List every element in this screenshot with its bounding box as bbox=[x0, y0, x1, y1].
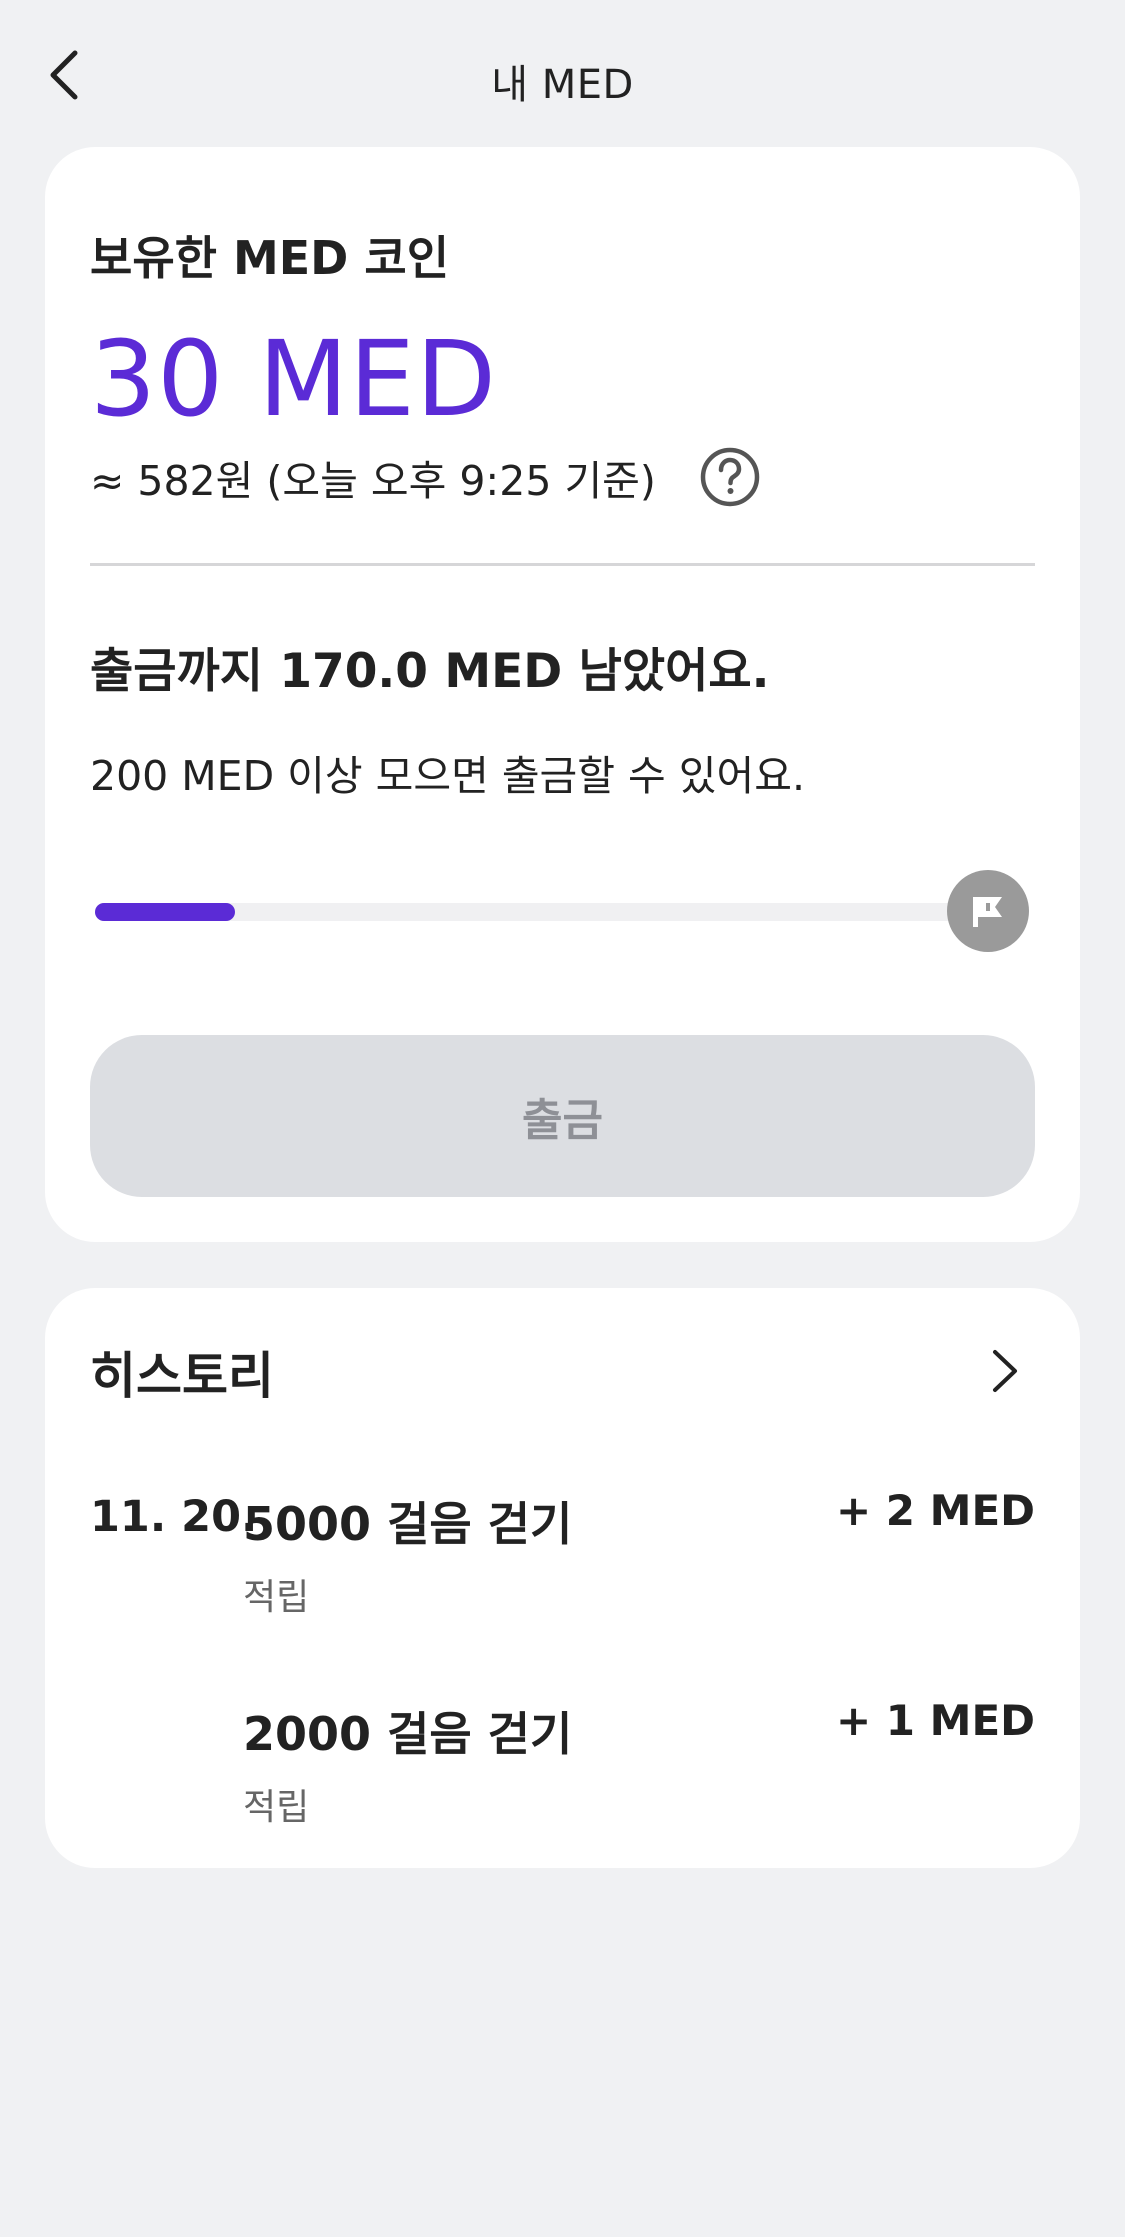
history-title: 히스토리 bbox=[90, 1347, 274, 1405]
history-header[interactable]: 히스토리 bbox=[45, 1288, 1080, 1448]
flag-icon bbox=[973, 897, 1002, 927]
withdraw-condition: 200 MED 이상 모으면 출금할 수 있어요. bbox=[90, 752, 805, 800]
question-circle-icon[interactable] bbox=[700, 447, 760, 507]
history-entry-type: 적립 bbox=[243, 1577, 310, 1618]
history-entry-date: 11. 20. bbox=[90, 1492, 258, 1542]
history-entry-amount: + 1 MED bbox=[835, 1696, 1035, 1745]
balance-amount: 30 MED bbox=[90, 318, 497, 440]
krw-estimate: ≈ 582원 (오늘 오후 9:25 기준) bbox=[90, 457, 656, 505]
krw-estimate-row: ≈ 582원 (오늘 오후 9:25 기준) bbox=[90, 447, 760, 507]
remaining-to-withdraw: 출금까지 170.0 MED 남았어요. bbox=[90, 644, 770, 699]
goal-flag-badge bbox=[947, 870, 1029, 952]
chevron-right-icon bbox=[993, 1350, 1017, 1392]
history-card: 히스토리 11. 20. 5000 걸음 걷기 적립 + 2 MED 2000 … bbox=[45, 1288, 1080, 1868]
page-title: 내 MED bbox=[491, 62, 634, 108]
history-entry-name: 2000 걸음 걷기 bbox=[243, 1707, 573, 1761]
withdraw-button[interactable]: 출금 bbox=[90, 1035, 1035, 1197]
history-entry-amount: + 2 MED bbox=[835, 1486, 1035, 1535]
withdraw-progress-bar bbox=[95, 903, 1025, 921]
top-bar: 내 MED bbox=[0, 0, 1125, 150]
balance-label: 보유한 MED 코인 bbox=[90, 231, 450, 285]
withdraw-progress-fill bbox=[95, 903, 235, 921]
history-entry-name: 5000 걸음 걷기 bbox=[243, 1497, 573, 1551]
divider bbox=[90, 563, 1035, 566]
balance-card: 보유한 MED 코인 30 MED ≈ 582원 (오늘 오후 9:25 기준)… bbox=[45, 147, 1080, 1242]
history-entry-type: 적립 bbox=[243, 1787, 310, 1828]
